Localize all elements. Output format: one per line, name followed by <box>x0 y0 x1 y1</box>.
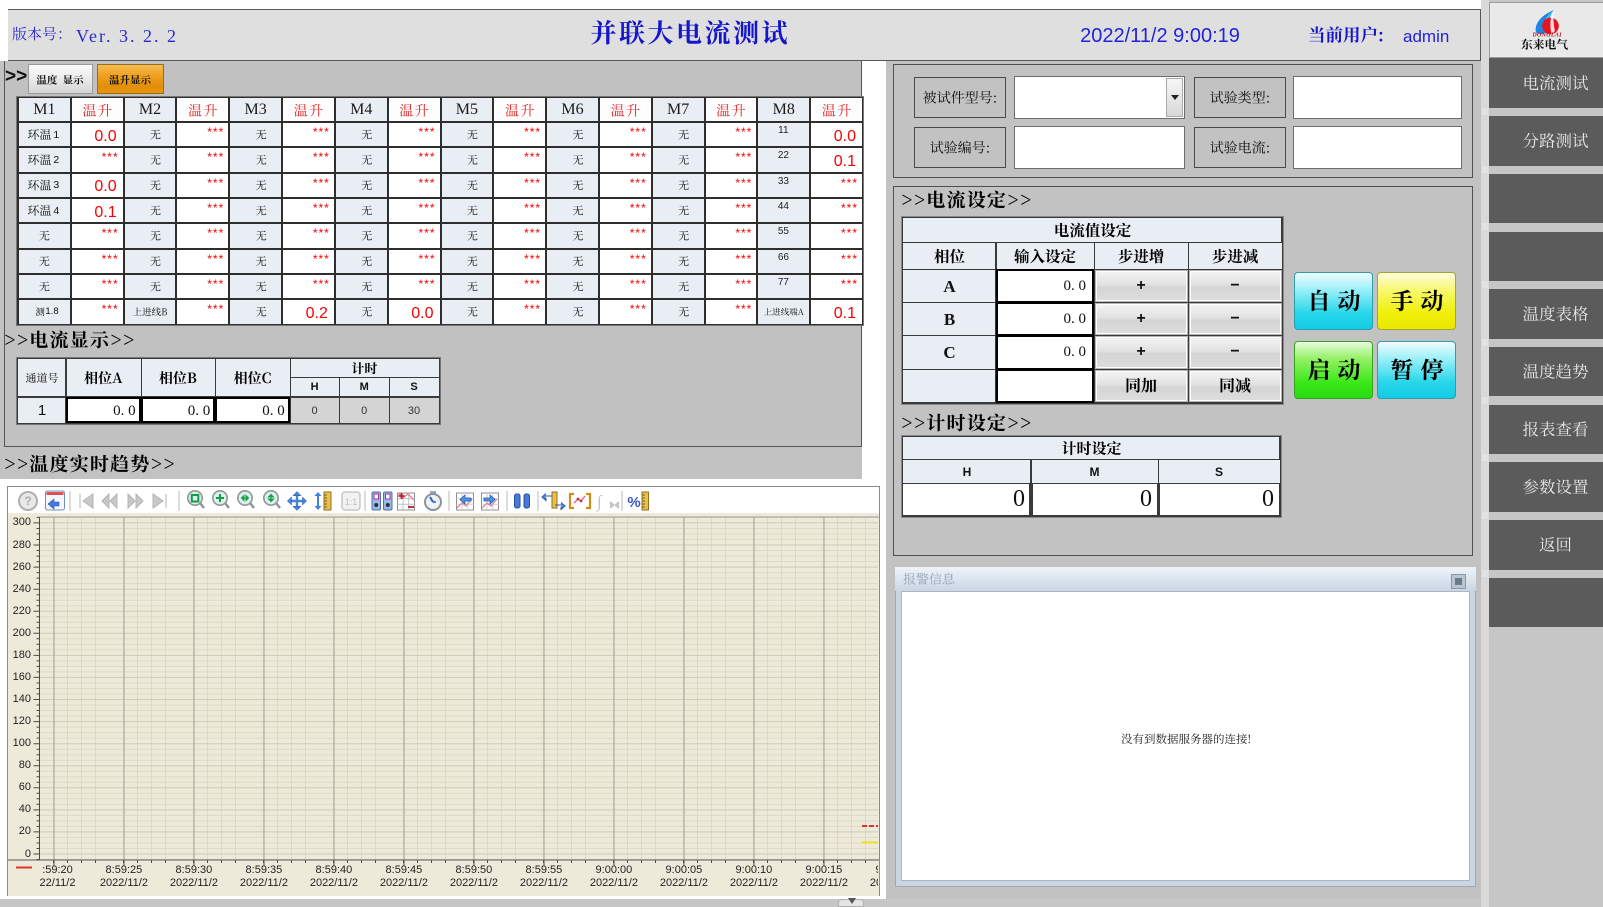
svg-text:?: ? <box>24 494 31 508</box>
svg-text:DONGLAI: DONGLAI <box>1533 31 1561 37</box>
svg-text:∫: ∫ <box>596 492 603 512</box>
svg-text:%: % <box>627 494 640 511</box>
svg-text:1:1: 1:1 <box>345 497 358 507</box>
